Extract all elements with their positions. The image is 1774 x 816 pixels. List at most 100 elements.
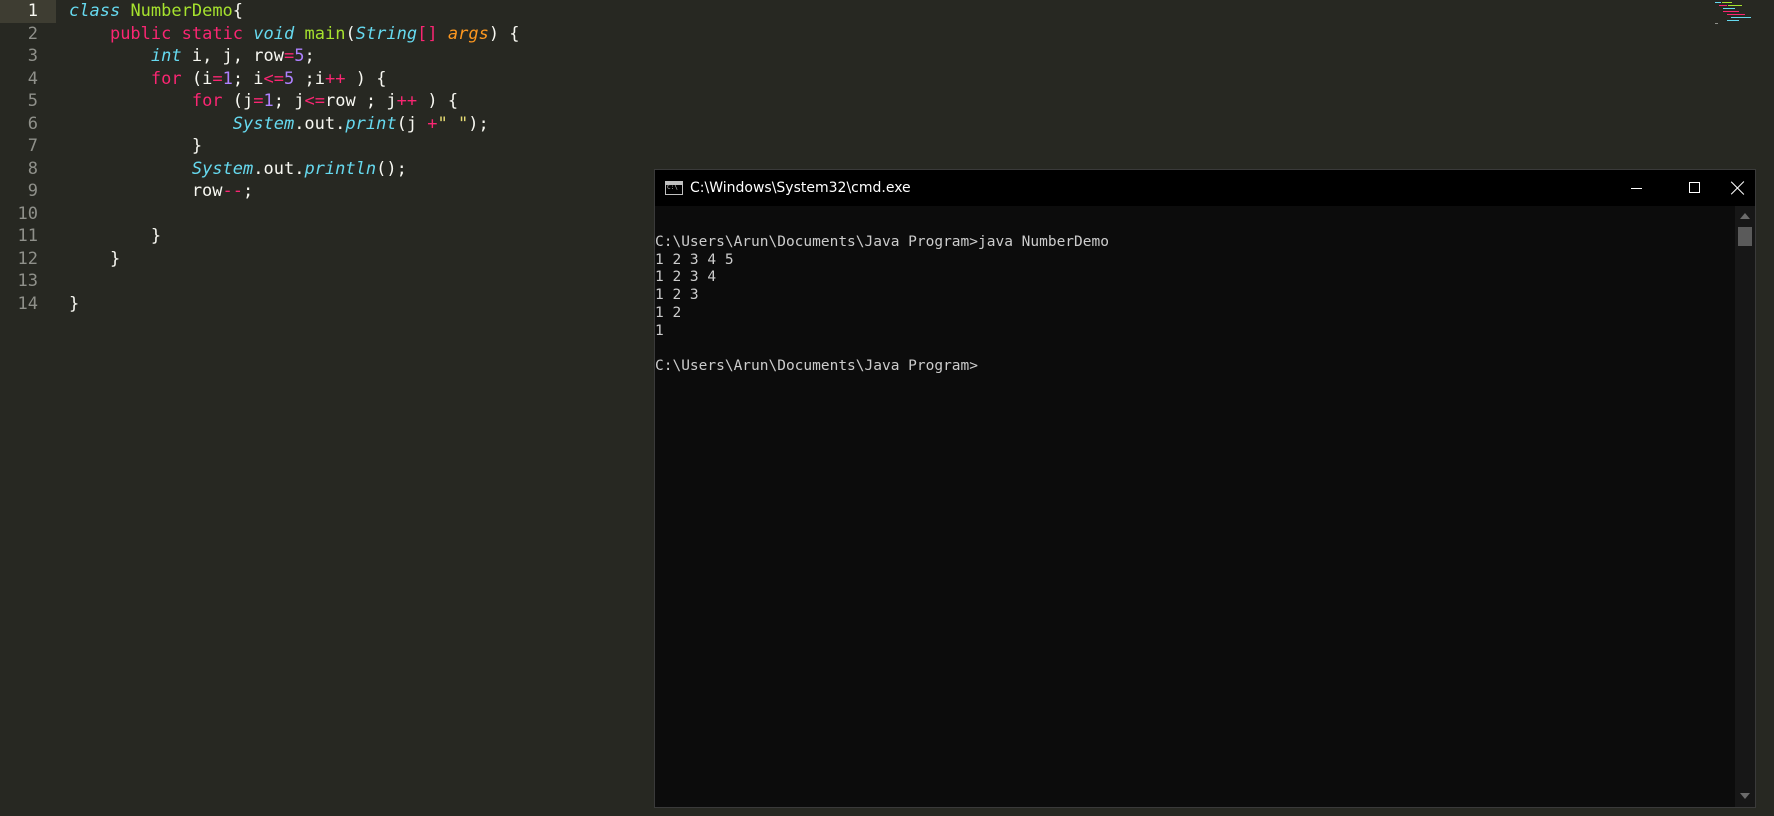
code-line[interactable]: }: [69, 135, 202, 158]
code-token: String: [355, 23, 418, 44]
code-token: row: [69, 181, 223, 201]
code-token: for: [191, 91, 223, 111]
code-token: print: [345, 113, 397, 134]
cmd-window-title: C:\Windows\System32\cmd.exe: [690, 180, 911, 196]
code-token: .out.: [294, 113, 346, 134]
code-token: {: [232, 1, 244, 21]
minimize-icon: [1631, 188, 1642, 189]
code-token: ++: [396, 91, 418, 111]
code-token: );: [468, 113, 489, 134]
code-token: args: [447, 23, 489, 44]
line-number: 5: [27, 91, 38, 111]
code-token: (: [345, 23, 356, 44]
code-line[interactable]: class NumberDemo{: [69, 0, 243, 23]
code-line[interactable]: System.out.println();: [69, 158, 407, 181]
cmd-titlebar[interactable]: C:\Windows\System32\cmd.exe: [655, 170, 1755, 206]
code-token: =: [283, 46, 295, 66]
line-number: 12: [17, 248, 38, 269]
scrollbar-thumb[interactable]: [1738, 227, 1752, 246]
code-token: ;: [243, 181, 254, 201]
code-token: =: [253, 91, 264, 111]
maximize-button[interactable]: [1665, 170, 1723, 206]
line-number: 7: [27, 136, 38, 156]
line-number: 4: [27, 68, 38, 89]
minimap[interactable]: [1715, 0, 1763, 26]
code-token: NumberDemo: [130, 1, 233, 21]
line-number: 11: [17, 226, 38, 246]
scroll-down-arrow-icon[interactable]: [1740, 793, 1750, 799]
code-token: for: [150, 68, 182, 89]
line-number: 6: [27, 113, 38, 134]
code-token: (j: [396, 113, 428, 134]
line-number: 8: [27, 158, 38, 179]
code-token: class: [69, 1, 121, 21]
code-token: void: [253, 23, 295, 44]
code-token: 1: [222, 68, 233, 89]
code-line[interactable]: row--;: [69, 180, 253, 203]
close-button[interactable]: [1723, 170, 1755, 206]
code-token: ) {: [488, 23, 520, 44]
code-token: ; j: [273, 91, 305, 111]
code-token: ;: [304, 46, 315, 66]
code-token: static: [181, 23, 244, 44]
line-number: 3: [27, 46, 38, 66]
code-token: ) {: [417, 91, 459, 111]
code-token: --: [222, 181, 244, 201]
cmd-window[interactable]: C:\Windows\System32\cmd.exe C:\Users\Aru…: [654, 169, 1756, 808]
code-token: }: [69, 136, 203, 156]
line-number: 2: [27, 23, 38, 44]
vertical-scrollbar[interactable]: [1735, 206, 1755, 807]
line-number-gutter: 1 2 3 4 5 6 7 8 9 10 11 12 13 14: [0, 0, 56, 816]
line-number: 1: [27, 1, 38, 21]
code-line[interactable]: System.out.print(j +" ");: [69, 113, 489, 136]
code-token: }: [69, 248, 121, 269]
console-line: C:\Users\Arun\Documents\Java Program>: [655, 358, 979, 375]
code-line[interactable]: for (i=1; i<=5 ;i++ ) {: [69, 68, 387, 91]
code-token: row ; j: [324, 91, 397, 111]
code-token: println: [304, 158, 377, 179]
code-token: " ": [437, 113, 469, 134]
code-token: 5: [294, 46, 305, 66]
code-token: (i: [181, 68, 213, 89]
code-line[interactable]: }: [69, 225, 161, 248]
minimize-button[interactable]: [1607, 170, 1665, 206]
code-line[interactable]: }: [69, 293, 79, 316]
code-token: .out.: [253, 158, 305, 179]
code-token: i, j, row: [181, 46, 284, 66]
code-line[interactable]: for (j=1; j<=row ; j++ ) {: [69, 90, 458, 113]
code-line[interactable]: }: [69, 248, 120, 271]
code-token: public: [109, 23, 172, 44]
code-token: =: [212, 68, 223, 89]
code-token: 5: [284, 68, 295, 89]
code-token: []: [417, 23, 438, 44]
code-token: +: [427, 113, 438, 134]
code-token: }: [69, 226, 162, 246]
line-number: 13: [17, 271, 38, 291]
code-line[interactable]: public static void main(String[] args) {: [69, 23, 520, 46]
code-token: int: [150, 46, 182, 66]
code-token: <=: [263, 68, 285, 89]
line-number: 9: [27, 181, 38, 201]
cmd-icon: [665, 181, 683, 195]
code-token: main: [304, 23, 346, 44]
code-token: ; i: [232, 68, 264, 89]
scroll-up-arrow-icon[interactable]: [1740, 213, 1750, 219]
line-number: 14: [17, 293, 38, 314]
code-token: System: [232, 113, 295, 134]
code-token: ++: [325, 68, 346, 89]
code-token: }: [69, 293, 80, 314]
code-line[interactable]: int i, j, row=5;: [69, 45, 315, 68]
code-token: ) {: [345, 68, 387, 89]
code-token: ;i: [294, 68, 325, 89]
line-number: 10: [17, 203, 38, 224]
console-output[interactable]: C:\Users\Arun\Documents\Java Program>jav…: [655, 206, 1735, 807]
